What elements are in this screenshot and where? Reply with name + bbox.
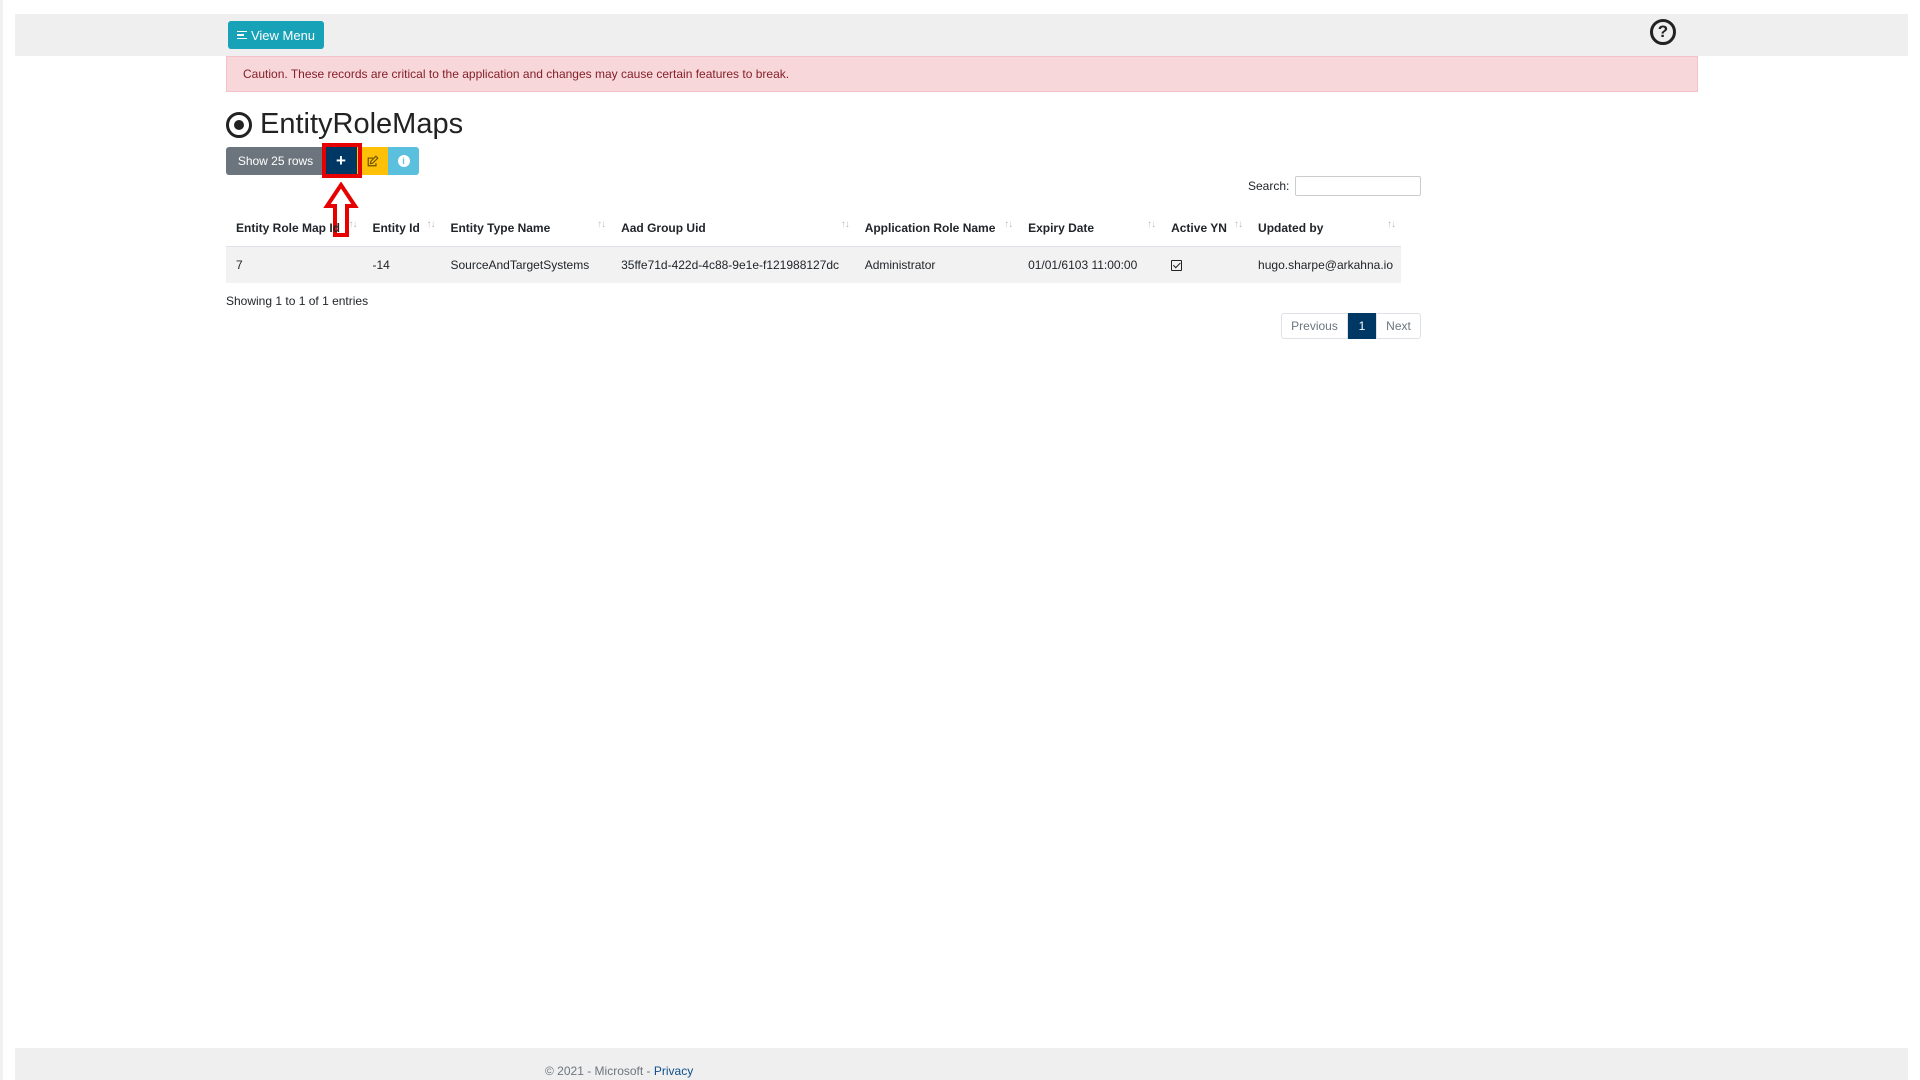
cell-entity-role-map-id: 7 [226, 246, 363, 283]
pagination-next[interactable]: Next [1376, 313, 1421, 339]
sort-icon: ↑↓ [1147, 219, 1156, 230]
column-header-entity-role-map-id[interactable]: Entity Role Map Id ↑↓ [226, 210, 363, 247]
hamburger-icon [236, 30, 247, 40]
footer-text: © 2021 - Microsoft - Privacy [545, 1064, 693, 1078]
pagination-previous[interactable]: Previous [1281, 313, 1348, 339]
cell-aad-group-uid: 35ffe71d-422d-4c88-9e1e-f121988127dc [611, 246, 855, 283]
table-row[interactable]: 7 -14 SourceAndTargetSystems 35ffe71d-42… [226, 246, 1401, 283]
show-rows-button[interactable]: Show 25 rows [226, 147, 325, 175]
privacy-link[interactable]: Privacy [654, 1064, 693, 1078]
column-header-application-role-name[interactable]: Application Role Name ↑↓ [854, 210, 1019, 247]
edit-icon [367, 154, 379, 166]
search-input[interactable] [1295, 176, 1422, 196]
caution-alert-text: Caution. These records are critical to t… [243, 67, 790, 81]
caution-alert: Caution. These records are critical to t… [226, 56, 1698, 92]
page-header: EntityRoleMaps [226, 108, 463, 141]
info-button[interactable]: i [388, 147, 419, 175]
cell-active-yn [1161, 246, 1249, 283]
view-menu-label: View Menu [250, 27, 316, 43]
table-header-row: Entity Role Map Id ↑↓ Entity Id ↑↓ Entity … [226, 210, 1401, 247]
column-header-aad-group-uid[interactable]: Aad Group Uid ↑↓ [611, 210, 855, 247]
pagination-page-1[interactable]: 1 [1348, 313, 1376, 339]
entity-role-maps-table: Entity Role Map Id ↑↓ Entity Id ↑↓ Entity … [226, 210, 1401, 283]
info-icon: i [397, 155, 410, 167]
cell-expiry-date: 01/01/6103 11:00:00 [1018, 246, 1162, 283]
add-button-highlight [322, 143, 362, 178]
page-title: EntityRoleMaps [260, 108, 464, 140]
pagination: Previous 1 Next [1281, 313, 1421, 339]
question-circle-icon[interactable]: ? [1650, 19, 1676, 45]
sort-icon: ↑↓ [1234, 219, 1243, 230]
cell-entity-id: -14 [362, 246, 441, 283]
column-header-entity-id[interactable]: Entity Id ↑↓ [362, 210, 441, 247]
bullseye-icon [226, 111, 252, 138]
column-header-updated-by[interactable]: Updated by ↑↓ [1248, 210, 1401, 247]
search-area: Search: [1248, 176, 1422, 196]
cell-application-role-name: Administrator [854, 246, 1019, 283]
cell-entity-type-name: SourceAndTargetSystems [440, 246, 612, 283]
column-header-active-yn[interactable]: Active YN ↑↓ [1161, 210, 1249, 247]
left-edge-rule [0, 0, 3, 1080]
column-header-expiry-date[interactable]: Expiry Date ↑↓ [1018, 210, 1162, 247]
footer [15, 1048, 1908, 1080]
column-header-entity-type-name[interactable]: Entity Type Name ↑↓ [440, 210, 612, 247]
sort-icon: ↑↓ [426, 219, 435, 230]
sort-icon: ↑↓ [1387, 219, 1396, 230]
sort-icon: ↑↓ [348, 219, 357, 230]
view-menu-button[interactable]: View Menu [228, 21, 324, 49]
checked-checkbox-icon [1171, 260, 1183, 272]
cell-updated-by: hugo.sharpe@arkahna.io [1248, 246, 1401, 283]
sort-icon: ↑↓ [840, 219, 850, 230]
search-label: Search: [1248, 179, 1290, 193]
footer-copyright: © 2021 - Microsoft - [545, 1064, 654, 1078]
sort-icon: ↑↓ [1004, 219, 1013, 230]
sort-icon: ↑↓ [597, 219, 606, 230]
table-info: Showing 1 to 1 of 1 entries [226, 294, 369, 308]
